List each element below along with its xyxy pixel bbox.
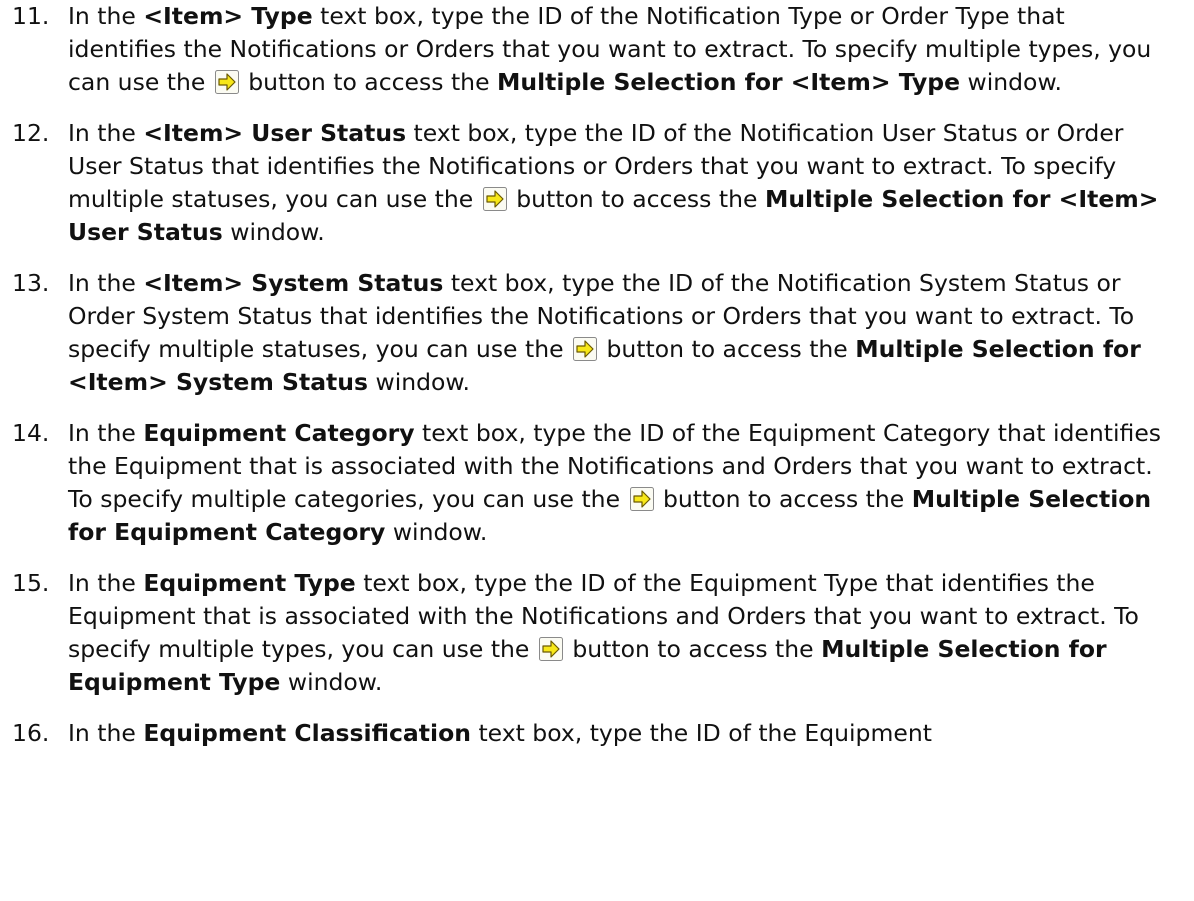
text-run: In the (68, 2, 144, 30)
step-text: In the <Item> System Status text box, ty… (68, 269, 1141, 396)
step-number: 15. (12, 569, 50, 597)
step-item: 14. In the Equipment Category text box, t… (0, 417, 1168, 549)
ui-element-name: <Item> System Status (143, 269, 444, 297)
text-run: window. (960, 68, 1062, 96)
step-text: In the Equipment Category text box, type… (68, 419, 1161, 546)
step-number: 11. (12, 2, 50, 30)
step-item: 12. In the <Item> User Status text box, t… (0, 117, 1168, 249)
text-run: In the (68, 119, 144, 147)
step-item: 16. In the Equipment Classification text … (0, 717, 1168, 750)
step-item: 13. In the <Item> System Status text box,… (0, 267, 1168, 399)
step-text: In the Equipment Classification text box… (68, 719, 932, 747)
ui-element-name: <Item> Type (143, 2, 313, 30)
text-run: text box, type the ID of the Equipment (470, 719, 932, 747)
document-page: 11. In the <Item> Type text box, type the… (0, 0, 1194, 901)
text-run: In the (68, 419, 144, 447)
step-item: 11. In the <Item> Type text box, type the… (0, 0, 1168, 99)
text-run: button to access the (655, 485, 912, 513)
text-run: window. (222, 218, 325, 246)
step-text: In the Equipment Type text box, type the… (68, 569, 1139, 696)
text-run: In the (68, 719, 144, 747)
multiple-selection-arrow-icon (573, 337, 598, 361)
step-number: 13. (12, 269, 50, 297)
step-text: In the <Item> Type text box, type the ID… (68, 2, 1151, 96)
text-run: button to access the (240, 68, 498, 96)
text-run: button to access the (599, 335, 856, 363)
multiple-selection-arrow-icon (629, 487, 654, 511)
ui-element-name: Equipment Type (143, 569, 356, 597)
text-run: window. (368, 368, 470, 396)
step-number: 14. (12, 419, 50, 447)
procedure-steps-list: 11. In the <Item> Type text box, type the… (0, 0, 1194, 750)
step-item: 15. In the Equipment Type text box, type … (0, 567, 1168, 699)
step-number: 12. (12, 119, 50, 147)
text-run: button to access the (564, 635, 822, 663)
text-run: window. (385, 518, 488, 546)
text-run: In the (68, 569, 144, 597)
multiple-selection-arrow-icon (538, 637, 563, 661)
ui-element-name: <Item> User Status (143, 119, 407, 147)
text-run: button to access the (508, 185, 765, 213)
multiple-selection-arrow-icon (214, 70, 239, 94)
text-run: In the (68, 269, 144, 297)
text-run: window. (280, 668, 383, 696)
step-text: In the <Item> User Status text box, type… (68, 119, 1158, 246)
ui-element-name: Equipment Category (143, 419, 415, 447)
multiple-selection-arrow-icon (482, 187, 507, 211)
step-number: 16. (12, 719, 50, 747)
ui-element-name: Multiple Selection for <Item> Type (497, 68, 961, 96)
ui-element-name: Equipment Classification (143, 719, 471, 747)
